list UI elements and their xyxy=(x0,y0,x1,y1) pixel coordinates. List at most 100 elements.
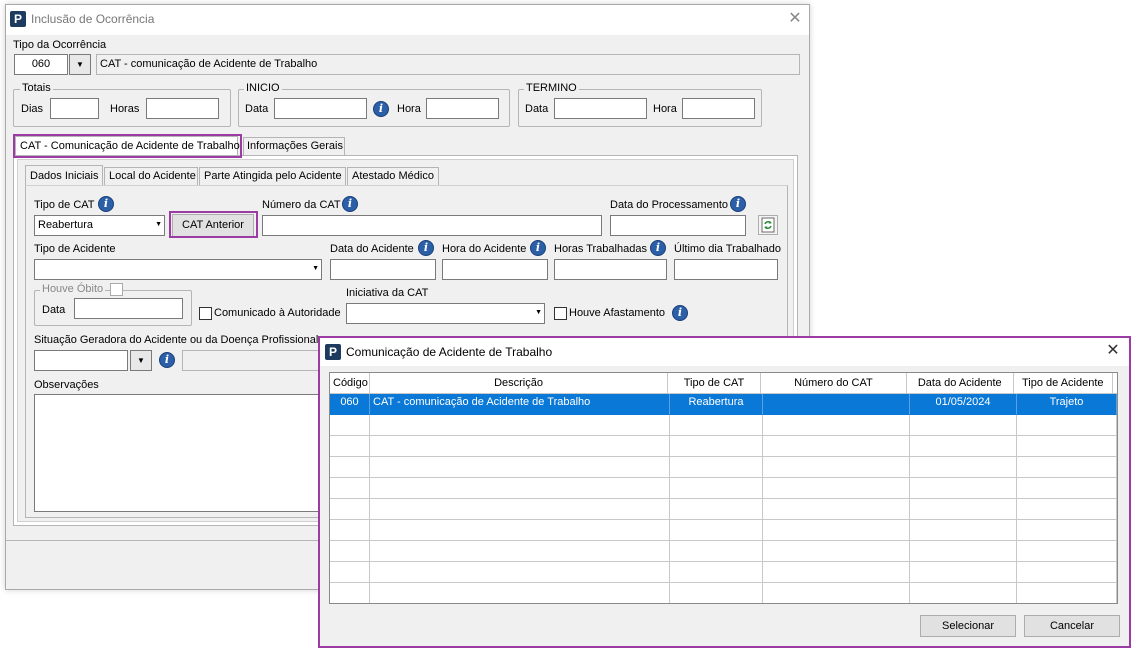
empty-cell xyxy=(910,478,1017,499)
empty-cell xyxy=(910,436,1017,457)
empty-cell xyxy=(910,499,1017,520)
horas-trabalhadas-input[interactable] xyxy=(554,259,667,280)
close-icon[interactable]: ✕ xyxy=(1105,343,1121,359)
empty-cell xyxy=(910,541,1017,562)
tipo-cat-info-icon[interactable]: i xyxy=(98,196,114,212)
empty-table-row xyxy=(330,520,1117,541)
hora-acidente-info-icon[interactable]: i xyxy=(530,240,546,256)
empty-cell xyxy=(330,478,370,499)
empty-cell xyxy=(910,415,1017,436)
houve-obito-checkbox[interactable] xyxy=(110,283,123,296)
empty-table-row xyxy=(330,478,1117,499)
data-processamento-input[interactable] xyxy=(610,215,746,236)
inicio-hora-label: Hora xyxy=(397,103,421,115)
tipo-cat-select[interactable]: Reabertura ▼ xyxy=(34,215,165,236)
iniciativa-select[interactable]: ▼ xyxy=(346,303,545,324)
situacao-info-icon[interactable]: i xyxy=(159,352,175,368)
empty-cell xyxy=(1017,415,1117,436)
empty-cell xyxy=(370,415,670,436)
subtab-parte-atingida[interactable]: Parte Atingida pelo Acidente xyxy=(199,167,346,185)
cancelar-button[interactable]: Cancelar xyxy=(1024,615,1120,637)
tipo-cat-label: Tipo de CAT xyxy=(34,199,95,211)
data-acidente-input[interactable] xyxy=(330,259,436,280)
numero-cat-info-icon[interactable]: i xyxy=(342,196,358,212)
grid-header: Código Descrição Tipo de CAT Número do C… xyxy=(330,373,1117,394)
empty-cell xyxy=(330,520,370,541)
numero-cat-input[interactable] xyxy=(262,215,602,236)
situacao-label: Situação Geradora do Acidente ou da Doen… xyxy=(34,334,319,346)
observacoes-label: Observações xyxy=(34,379,99,391)
selecionar-button[interactable]: Selecionar xyxy=(920,615,1016,637)
houve-afastamento-info-icon[interactable]: i xyxy=(672,305,688,321)
empty-cell xyxy=(330,436,370,457)
col-tipo-cat[interactable]: Tipo de CAT xyxy=(668,373,761,394)
close-icon[interactable]: ✕ xyxy=(787,11,803,27)
empty-cell xyxy=(670,562,763,583)
empty-cell xyxy=(330,457,370,478)
tab-informacoes-gerais[interactable]: Informações Gerais xyxy=(243,137,345,155)
termino-hora-input[interactable] xyxy=(682,98,755,119)
empty-cell xyxy=(910,520,1017,541)
tipo-ocorrencia-code-input[interactable]: 060 xyxy=(14,54,68,75)
col-descricao[interactable]: Descrição xyxy=(369,373,669,394)
dias-input[interactable] xyxy=(50,98,99,119)
col-data-acidente[interactable]: Data do Acidente xyxy=(907,373,1014,394)
hora-acidente-input[interactable] xyxy=(442,259,548,280)
inicio-info-icon[interactable]: i xyxy=(373,101,389,117)
chevron-down-icon: ▼ xyxy=(312,265,319,272)
data-processamento-info-icon[interactable]: i xyxy=(730,196,746,212)
observacoes-textarea[interactable] xyxy=(34,394,324,512)
empty-cell xyxy=(330,541,370,562)
table-row[interactable]: 060 CAT - comunicação de Acidente de Tra… xyxy=(330,394,1117,415)
main-titlebar: P Inclusão de Ocorrência ✕ xyxy=(6,5,809,35)
data-processamento-label: Data do Processamento xyxy=(610,199,729,211)
cell-numero-cat xyxy=(763,394,910,415)
empty-cell xyxy=(763,457,910,478)
situacao-dropdown-button[interactable]: ▼ xyxy=(130,350,152,371)
data-acidente-info-icon[interactable]: i xyxy=(418,240,434,256)
empty-cell xyxy=(763,583,910,603)
termino-data-input[interactable] xyxy=(554,98,647,119)
inicio-hora-input[interactable] xyxy=(426,98,499,119)
horas-label: Horas xyxy=(110,103,140,115)
chevron-down-icon: ▼ xyxy=(535,309,542,316)
cell-data-acidente: 01/05/2024 xyxy=(910,394,1017,415)
ultimo-dia-input[interactable] xyxy=(674,259,778,280)
empty-cell xyxy=(370,436,670,457)
comunicado-checkbox[interactable] xyxy=(199,307,212,320)
empty-cell xyxy=(1017,520,1117,541)
empty-cell xyxy=(763,499,910,520)
main-window-title: Inclusão de Ocorrência xyxy=(31,12,155,26)
cat-grid[interactable]: Código Descrição Tipo de CAT Número do C… xyxy=(329,372,1118,604)
empty-cell xyxy=(330,499,370,520)
refresh-button[interactable] xyxy=(758,215,778,235)
tipo-ocorrencia-label: Tipo da Ocorrência xyxy=(13,39,107,51)
col-codigo[interactable]: Código xyxy=(330,373,370,394)
cell-tipo-acidente: Trajeto xyxy=(1017,394,1117,415)
data-acidente-label: Data do Acidente xyxy=(330,243,414,255)
subtab-dados-iniciais[interactable]: Dados Iniciais xyxy=(25,165,103,186)
col-tipo-acidente[interactable]: Tipo de Acidente xyxy=(1013,373,1113,394)
iniciativa-label: Iniciativa da CAT xyxy=(346,287,429,299)
cell-descricao: CAT - comunicação de Acidente de Trabalh… xyxy=(370,394,670,415)
totais-title: Totais xyxy=(20,82,53,94)
horas-trabalhadas-info-icon[interactable]: i xyxy=(650,240,666,256)
subtab-atestado-medico[interactable]: Atestado Médico xyxy=(347,167,439,185)
ultimo-dia-label: Último dia Trabalhado xyxy=(674,243,782,255)
empty-table-row xyxy=(330,583,1117,603)
cell-tipo-cat: Reabertura xyxy=(670,394,763,415)
tipo-ocorrencia-dropdown-button[interactable]: ▼ xyxy=(69,54,91,75)
empty-cell xyxy=(670,457,763,478)
inicio-data-label: Data xyxy=(245,103,269,115)
obito-data-input[interactable] xyxy=(74,298,183,319)
inicio-data-input[interactable] xyxy=(274,98,367,119)
situacao-code-input[interactable] xyxy=(34,350,128,371)
horas-input[interactable] xyxy=(146,98,219,119)
col-numero-cat[interactable]: Número do CAT xyxy=(760,373,908,394)
app-logo-icon: P xyxy=(325,344,341,360)
empty-cell xyxy=(1017,457,1117,478)
empty-cell xyxy=(1017,583,1117,603)
subtab-local-acidente[interactable]: Local do Acidente xyxy=(104,167,198,185)
houve-afastamento-checkbox[interactable] xyxy=(554,307,567,320)
tipo-acidente-select[interactable]: ▼ xyxy=(34,259,322,280)
